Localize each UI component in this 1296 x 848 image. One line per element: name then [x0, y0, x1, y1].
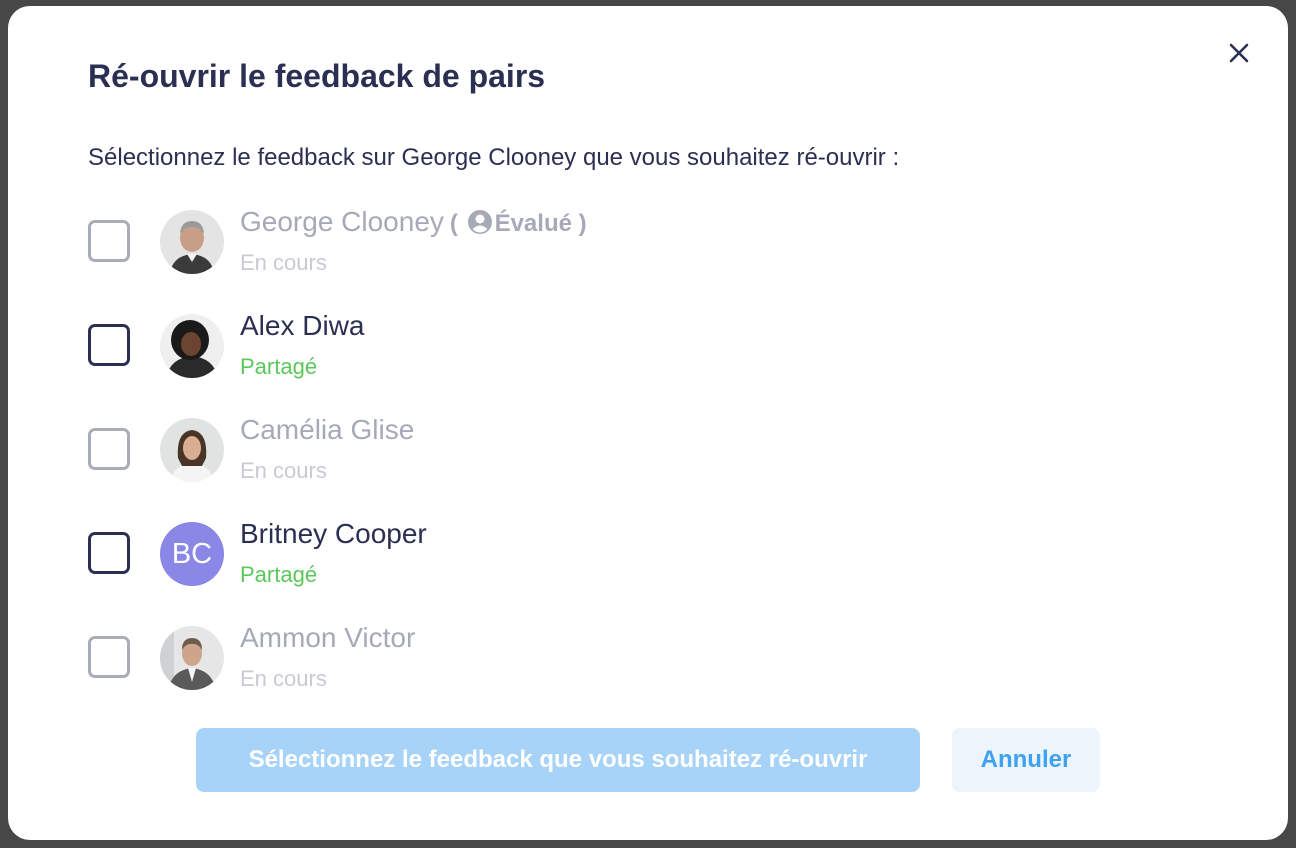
checkbox-george-clooney[interactable] [88, 220, 130, 262]
list-item-britney-cooper: BC Britney Cooper Partagé [88, 516, 1188, 620]
user-circle-icon [467, 210, 492, 234]
evaluated-tag: ( Évalué ) [449, 210, 587, 237]
person-name: Alex Diwa [240, 310, 365, 341]
person-name: Britney Cooper [240, 518, 427, 549]
people-list: George Clooney( Évalué ) En cours Alex D… [88, 204, 1188, 724]
list-item-camelia-glise: Camélia Glise En cours [88, 412, 1188, 516]
list-item-alex-diwa: Alex Diwa Partagé [88, 308, 1188, 412]
person-name: Ammon Victor [240, 622, 416, 653]
avatar-camelia-glise [160, 418, 224, 482]
person-name: George Clooney( Évalué ) [240, 206, 587, 237]
list-item-ammon-victor: Ammon Victor En cours [88, 620, 1188, 724]
avatar-ammon-victor [160, 626, 224, 690]
reopen-submit-button[interactable]: Sélectionnez le feedback que vous souhai… [196, 728, 920, 792]
person-status: Partagé [240, 354, 318, 379]
cancel-button[interactable]: Annuler [952, 728, 1100, 792]
avatar-alex-diwa [160, 314, 224, 378]
person-name: Camélia Glise [240, 414, 415, 445]
avatar-george-clooney [160, 210, 224, 274]
dialog-title: Ré-ouvrir le feedback de pairs [88, 58, 546, 94]
person-status: En cours [240, 458, 327, 483]
reopen-feedback-dialog: Ré-ouvrir le feedback de pairs Sélection… [8, 6, 1288, 840]
checkbox-britney-cooper[interactable] [88, 532, 130, 574]
close-icon [1229, 43, 1249, 63]
person-status: En cours [240, 250, 327, 275]
person-status: En cours [240, 666, 327, 691]
close-button[interactable] [1224, 38, 1254, 68]
dialog-subtitle: Sélectionnez le feedback sur George Cloo… [88, 144, 900, 171]
person-status: Partagé [240, 562, 318, 587]
checkbox-alex-diwa[interactable] [88, 324, 130, 366]
checkbox-ammon-victor[interactable] [88, 636, 130, 678]
checkbox-camelia-glise[interactable] [88, 428, 130, 470]
avatar-britney-cooper: BC [160, 522, 224, 586]
list-item-george-clooney: George Clooney( Évalué ) En cours [88, 204, 1188, 308]
